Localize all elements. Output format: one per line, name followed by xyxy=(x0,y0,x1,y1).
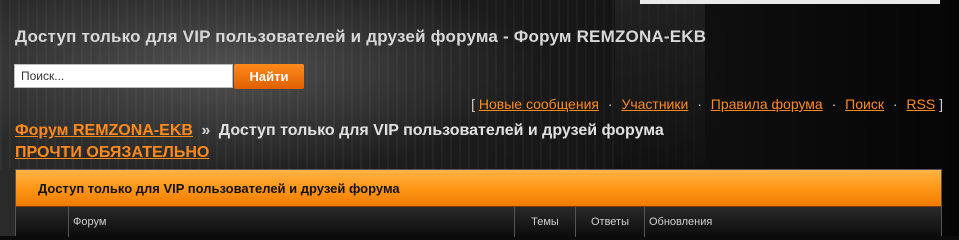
forum-table: Доступ только для VIP пользователей и др… xyxy=(15,169,942,237)
column-updates: Обновления xyxy=(649,216,713,228)
breadcrumb: Форум REMZONA-EKB » Доступ только для VI… xyxy=(15,122,664,140)
top-navigation: [ Новые сообщения · Участники · Правила … xyxy=(471,96,943,112)
search-button[interactable]: Найти xyxy=(234,64,304,89)
page-title: Доступ только для VIP пользователей и др… xyxy=(15,27,707,46)
column-topics: Темы xyxy=(515,207,576,237)
nav-link-members[interactable]: Участники xyxy=(621,96,688,112)
nav-separator: · xyxy=(607,96,613,112)
forum-category-title: Доступ только для VIP пользователей и др… xyxy=(38,180,400,196)
top-bar xyxy=(640,0,940,4)
column-forum: Форум xyxy=(69,207,515,237)
column-replies: Ответы xyxy=(576,207,645,237)
nav-separator: · xyxy=(892,96,898,112)
forum-column-headers: Форум Темы Ответы Обновления xyxy=(16,207,941,237)
nav-link-forum-rules[interactable]: Правила форума xyxy=(711,96,823,112)
breadcrumb-root-link[interactable]: Форум REMZONA-EKB xyxy=(15,122,193,139)
must-read-link[interactable]: ПРОЧТИ ОБЯЗАТЕЛЬНО xyxy=(15,144,209,162)
nav-separator: · xyxy=(697,96,702,112)
nav-close-bracket: ] xyxy=(939,96,943,112)
search-input[interactable] xyxy=(14,64,233,88)
background-panel xyxy=(615,0,705,170)
nav-link-new-messages[interactable]: Новые сообщения xyxy=(479,96,599,112)
breadcrumb-arrow: » xyxy=(201,122,211,139)
column-icon xyxy=(16,207,69,237)
nav-open-bracket: [ xyxy=(471,96,475,112)
nav-separator: · xyxy=(831,96,837,112)
nav-link-search[interactable]: Поиск xyxy=(845,96,884,112)
nav-link-rss[interactable]: RSS xyxy=(906,96,935,112)
breadcrumb-current: Доступ только для VIP пользователей и др… xyxy=(218,122,664,139)
forum-category-header: Доступ только для VIP пользователей и др… xyxy=(16,170,941,207)
